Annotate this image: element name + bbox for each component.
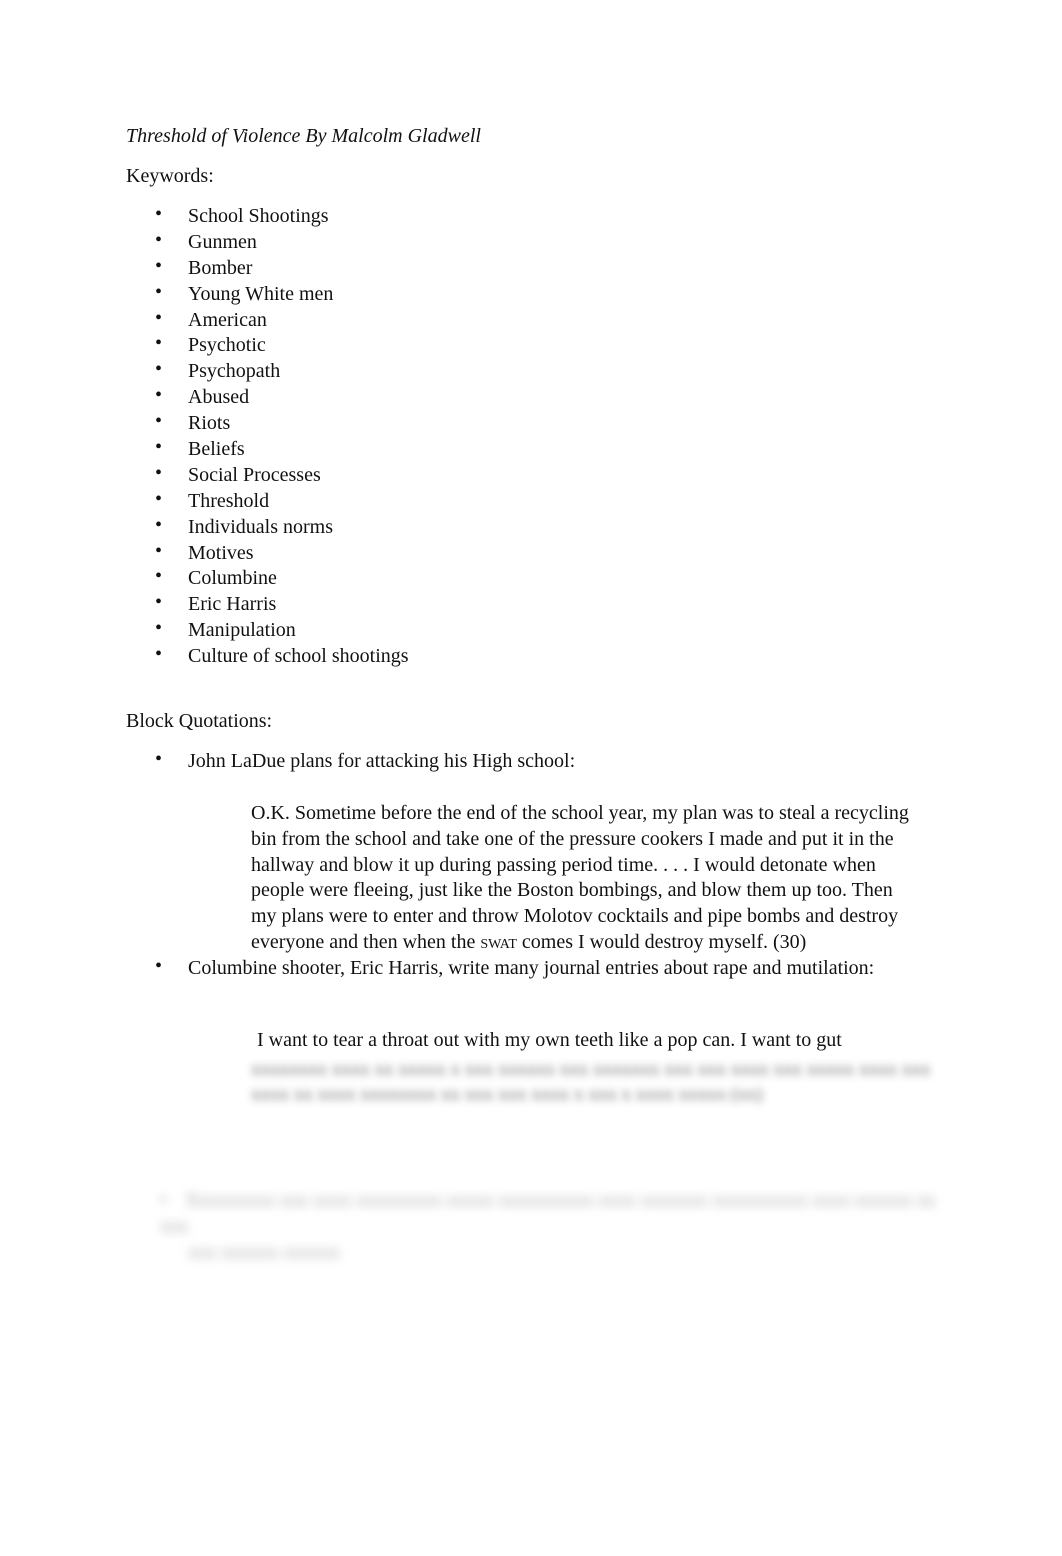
bullet-icon: •	[155, 955, 163, 977]
keyword-text: Motives	[188, 541, 254, 564]
quotation-intro-ladue: • John LaDue plans for attacking his Hig…	[126, 749, 575, 773]
bullet-icon: •	[155, 565, 163, 588]
bullet-icon: •	[155, 513, 163, 536]
block-quote-ladue: O.K. Sometime before the end of the scho…	[251, 801, 951, 956]
bullet-icon: •	[155, 461, 163, 484]
keyword-text: American	[188, 308, 267, 331]
bullet-icon: •	[160, 1190, 167, 1211]
bullet-icon: •	[155, 643, 163, 666]
keyword-item: • Threshold	[126, 489, 409, 515]
keyword-item: • Abused	[126, 385, 409, 411]
bullet-icon: •	[155, 228, 163, 251]
block-quotations-heading: Block Quotations:	[126, 710, 273, 732]
keyword-item: • Individuals norms	[126, 515, 409, 541]
bullet-icon: •	[155, 617, 163, 640]
blurred-line: xxxx xx xxxx xxxxxxxx xx xxx xxx xxxx x …	[251, 1084, 763, 1105]
blurred-text: Xxxxxxxxx xxx xxxx xxxxxxxxx xxxxx xxxxx…	[160, 1190, 936, 1237]
quotation-intro-text: Columbine shooter, Eric Harris, write ma…	[188, 957, 875, 979]
keyword-item: • Beliefs	[126, 437, 409, 463]
bullet-icon: •	[155, 539, 163, 562]
keyword-text: Abused	[188, 386, 250, 409]
keyword-item: • Motives	[126, 541, 409, 567]
keywords-list: • School Shootings • Gunmen • Bomber • Young Wh…	[126, 204, 409, 670]
keyword-item: • Columbine	[126, 566, 409, 592]
quote-line: I want to tear a throat out with my own …	[257, 1029, 842, 1051]
keyword-item: • Gunmen	[126, 230, 409, 256]
keyword-text: Eric Harris	[188, 593, 277, 616]
keyword-text: Manipulation	[188, 619, 296, 642]
keywords-heading: Keywords:	[126, 165, 214, 187]
block-quote-harris: I want to tear a throat out with my own …	[257, 1028, 957, 1054]
keyword-item: • Psychotic	[126, 333, 409, 359]
keyword-text: Threshold	[188, 489, 270, 512]
keyword-text: School Shootings	[188, 205, 329, 227]
bullet-icon: •	[155, 203, 163, 225]
quote-line: my plans were to enter and throw Molotov…	[251, 905, 899, 928]
keyword-item: • Riots	[126, 411, 409, 437]
keyword-item: • Young White men	[126, 282, 409, 308]
keyword-item: • Manipulation	[126, 618, 409, 644]
keyword-text: Gunmen	[188, 230, 257, 253]
quote-line: people were fleeing, just like the Bosto…	[251, 879, 893, 902]
quote-text: everyone and then when the	[251, 930, 481, 953]
bullet-icon: •	[155, 436, 163, 459]
quote-text-smallcaps: SWAT	[480, 930, 517, 953]
bullet-icon: •	[155, 254, 163, 277]
keyword-text: Social Processes	[188, 463, 321, 486]
keyword-item: • School Shootings	[126, 204, 409, 230]
bullet-icon: •	[155, 410, 163, 433]
keyword-item: • Social Processes	[126, 463, 409, 489]
document-page: Threshold of Violence By Malcolm Gladwel…	[0, 0, 1062, 1556]
bullet-icon: •	[155, 332, 163, 355]
keyword-text: Young White men	[188, 282, 334, 305]
bullet-icon: •	[155, 748, 163, 770]
keyword-item: • Bomber	[126, 256, 409, 282]
quote-text: comes I would destroy myself. (30)	[516, 930, 807, 953]
keyword-text: Beliefs	[188, 438, 245, 461]
blurred-bullet-paragraph: • Xxxxxxxxx xxx xxxx xxxxxxxxx xxxxx xxx…	[160, 1188, 940, 1266]
bullet-icon: •	[155, 358, 163, 381]
quote-line: hallway and blow it up during passing pe…	[251, 853, 876, 876]
keyword-item: • Psychopath	[126, 359, 409, 385]
bullet-icon: •	[155, 306, 163, 329]
keyword-item: • Culture of school shootings	[126, 644, 409, 670]
keyword-item: • American	[126, 308, 409, 334]
document-title: Threshold of Violence By Malcolm Gladwel…	[126, 125, 481, 147]
keyword-text: Psychotic	[188, 334, 266, 357]
bullet-icon: •	[155, 384, 163, 407]
bullet-icon: •	[155, 591, 163, 614]
blurred-quote-content: xxxxxxxx xxxx xx xxxxx x xxx xxxxxx xxx …	[251, 1057, 951, 1107]
quotation-intro-text: John LaDue plans for attacking his High …	[188, 750, 576, 772]
blurred-line: xxxxxxxx xxxx xx xxxxx x xxx xxxxxx xxx …	[251, 1059, 931, 1080]
keyword-text: Culture of school shootings	[188, 645, 409, 668]
quote-line: bin from the school and take one of the …	[251, 827, 894, 850]
keyword-item: • Eric Harris	[126, 592, 409, 618]
keyword-text: Columbine	[188, 567, 277, 590]
quotation-intro-harris: • Columbine shooter, Eric Harris, write …	[126, 956, 874, 980]
quote-line: O.K. Sometime before the end of the scho…	[251, 802, 909, 824]
blurred-line: xxx xxxxxx xxxxxx	[188, 1242, 340, 1263]
quote-line: everyone and then when the SWAT comes I …	[251, 930, 951, 956]
blurred-line: • Xxxxxxxxx xxx xxxx xxxxxxxxx xxxxx xxx…	[160, 1188, 940, 1240]
keyword-text: Psychopath	[188, 360, 281, 383]
keyword-text: Individuals norms	[188, 515, 333, 538]
keyword-text: Bomber	[188, 256, 253, 279]
bullet-icon: •	[155, 487, 163, 510]
keyword-text: Riots	[188, 412, 231, 435]
bullet-icon: •	[155, 280, 163, 303]
